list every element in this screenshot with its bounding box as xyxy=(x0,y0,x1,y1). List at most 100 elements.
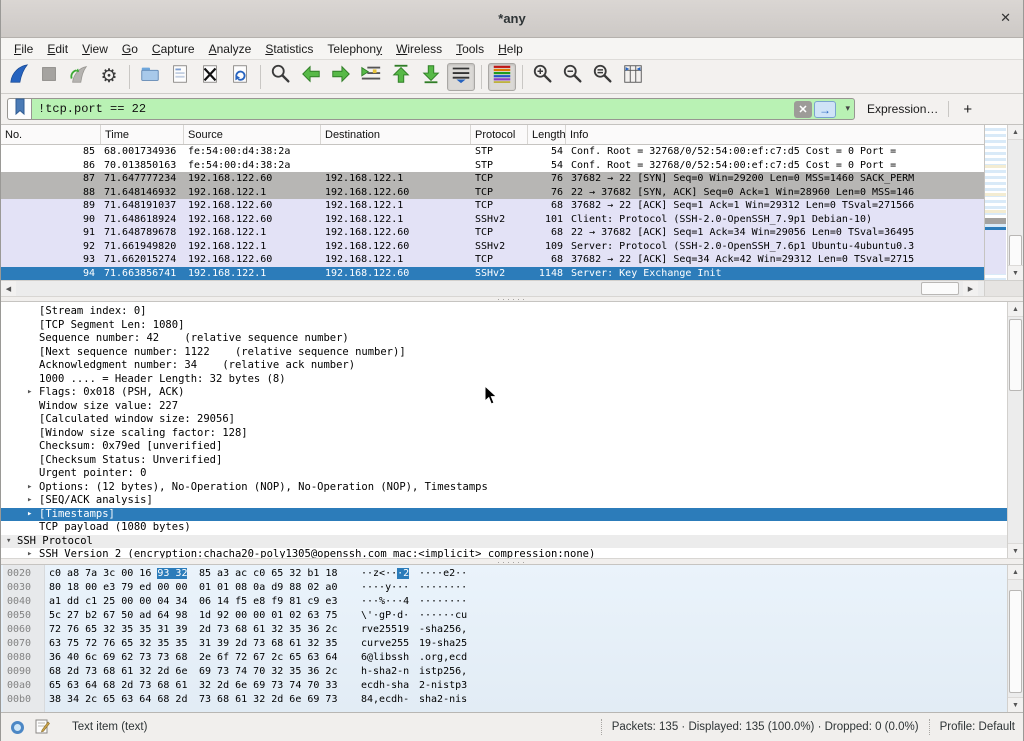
column-header-protocol[interactable]: Protocol xyxy=(471,125,528,144)
hex-row[interactable]: 0040a1 dd c1 25 00 00 04 3406 14 f5 e8 f… xyxy=(1,595,469,609)
capture-comment-icon[interactable] xyxy=(34,718,50,737)
packet-row[interactable]: 9071.648618924192.168.122.60192.168.122.… xyxy=(1,213,986,227)
filter-clear-button[interactable]: ✕ xyxy=(794,101,812,118)
detail-line[interactable]: Checksum: 0x79ed [unverified] xyxy=(1,440,1009,454)
menu-edit[interactable]: Edit xyxy=(40,40,75,58)
expander-icon[interactable]: ▸ xyxy=(27,386,32,400)
detail-line[interactable]: Window size value: 227 xyxy=(1,400,1009,414)
detail-line[interactable]: ▸[Timestamps] xyxy=(1,508,1009,522)
zoom-100-button[interactable] xyxy=(589,63,617,91)
scrollbar-thumb[interactable] xyxy=(1009,590,1022,693)
detail-line[interactable]: ▾SSH Protocol xyxy=(1,535,1009,549)
filter-add-button[interactable]: + xyxy=(959,101,976,118)
details-scrollbar[interactable]: ▲ ▼ xyxy=(1007,302,1023,558)
column-header-source[interactable]: Source xyxy=(184,125,321,144)
capture-options-button[interactable]: ⚙ xyxy=(95,63,123,91)
column-header-destination[interactable]: Destination xyxy=(321,125,471,144)
column-header-length[interactable]: Length xyxy=(528,125,566,144)
hex-row[interactable]: 00b038 34 2c 65 63 64 68 2d73 68 61 32 2… xyxy=(1,693,469,707)
scroll-up-icon[interactable]: ▲ xyxy=(1008,302,1023,317)
hex-row[interactable]: 009068 2d 73 68 61 32 2d 6e69 73 74 70 3… xyxy=(1,665,469,679)
packet-row[interactable]: 8871.648146932192.168.122.1192.168.122.6… xyxy=(1,186,986,200)
go-forward-button[interactable] xyxy=(327,63,355,91)
expert-info-icon[interactable] xyxy=(11,721,24,734)
column-header-time[interactable]: Time xyxy=(101,125,184,144)
expander-icon[interactable]: ▸ xyxy=(27,481,32,495)
auto-scroll-toggle[interactable] xyxy=(447,63,475,91)
hex-row[interactable]: 008036 40 6c 69 62 73 73 682e 6f 72 67 2… xyxy=(1,651,469,665)
reload-file-button[interactable] xyxy=(226,63,254,91)
menu-help[interactable]: Help xyxy=(491,40,530,58)
scroll-down-icon[interactable]: ▼ xyxy=(1008,697,1023,712)
detail-line[interactable]: ▸Options: (12 bytes), No-Operation (NOP)… xyxy=(1,481,1009,495)
filter-bookmark-button[interactable] xyxy=(7,98,31,120)
packet-row[interactable]: 8670.013850163fe:54:00:d4:38:2aSTP54Conf… xyxy=(1,159,986,173)
scrollbar-thumb[interactable] xyxy=(1009,319,1022,391)
open-file-button[interactable] xyxy=(136,63,164,91)
detail-line[interactable]: ▸Flags: 0x018 (PSH, ACK) xyxy=(1,386,1009,400)
go-back-button[interactable] xyxy=(297,63,325,91)
bytes-scrollbar[interactable]: ▲ ▼ xyxy=(1007,565,1023,712)
column-header-info[interactable]: Info xyxy=(566,125,986,144)
expander-icon[interactable]: ▾ xyxy=(6,535,11,549)
menu-analyze[interactable]: Analyze xyxy=(202,40,259,58)
detail-line[interactable]: TCP payload (1080 bytes) xyxy=(1,521,1009,535)
menu-statistics[interactable]: Statistics xyxy=(258,40,320,58)
detail-line[interactable]: [Next sequence number: 1122 (relative se… xyxy=(1,346,1009,360)
expander-icon[interactable]: ▸ xyxy=(27,494,32,508)
expander-icon[interactable]: ▸ xyxy=(27,508,32,522)
resize-columns-button[interactable] xyxy=(619,63,647,91)
hex-row[interactable]: 0020c0 a8 7a 3c 00 16 93 3285 a3 ac c0 6… xyxy=(1,567,469,581)
packet-list-hscrollbar[interactable]: ◀ ▶ xyxy=(1,280,986,296)
scroll-down-icon[interactable]: ▼ xyxy=(1008,265,1023,280)
hex-row[interactable]: 006072 76 65 32 35 35 31 392d 73 68 61 3… xyxy=(1,623,469,637)
detail-line[interactable]: Acknowledgment number: 34 (relative ack … xyxy=(1,359,1009,373)
detail-line[interactable]: [Calculated window size: 29056] xyxy=(1,413,1009,427)
scroll-down-icon[interactable]: ▼ xyxy=(1008,543,1023,558)
scroll-up-icon[interactable]: ▲ xyxy=(1008,565,1023,580)
detail-line[interactable]: [Window size scaling factor: 128] xyxy=(1,427,1009,441)
hex-row[interactable]: 003080 18 00 e3 79 ed 00 0001 01 08 0a d… xyxy=(1,581,469,595)
packet-row[interactable]: 8971.648191037192.168.122.60192.168.122.… xyxy=(1,199,986,213)
detail-line[interactable]: [Checksum Status: Unverified] xyxy=(1,454,1009,468)
packet-list-scrollbar[interactable]: ▲ ▼ xyxy=(1007,125,1023,296)
detail-line[interactable]: 1000 .... = Header Length: 32 bytes (8) xyxy=(1,373,1009,387)
profile-text[interactable]: Profile: Default xyxy=(940,721,1015,733)
find-packet-button[interactable] xyxy=(267,63,295,91)
scrollbar-thumb[interactable] xyxy=(921,282,959,295)
detail-line[interactable]: [Stream index: 0] xyxy=(1,305,1009,319)
close-icon[interactable]: ✕ xyxy=(1000,10,1011,26)
menu-file[interactable]: File xyxy=(7,40,40,58)
splitter-bottom[interactable]: ······ xyxy=(1,558,1023,565)
menu-tools[interactable]: Tools xyxy=(449,40,491,58)
detail-line[interactable]: Urgent pointer: 0 xyxy=(1,467,1009,481)
zoom-in-button[interactable] xyxy=(529,63,557,91)
go-last-button[interactable] xyxy=(417,63,445,91)
packet-row[interactable]: 9271.661949820192.168.122.1192.168.122.6… xyxy=(1,240,986,254)
display-filter-input[interactable] xyxy=(36,100,776,118)
packet-row[interactable]: 8568.001734936fe:54:00:d4:38:2aSTP54Conf… xyxy=(1,145,986,159)
scroll-right-icon[interactable]: ▶ xyxy=(963,281,978,296)
detail-line[interactable]: [TCP Segment Len: 1080] xyxy=(1,319,1009,333)
packet-list-minimap[interactable] xyxy=(984,125,1006,280)
menu-view[interactable]: View xyxy=(75,40,115,58)
detail-line[interactable]: ▸[SEQ/ACK analysis] xyxy=(1,494,1009,508)
menu-telephony[interactable]: Telephony xyxy=(320,40,389,58)
hex-row[interactable]: 00a065 63 64 68 2d 73 68 6132 2d 6e 69 7… xyxy=(1,679,469,693)
packet-row[interactable]: 9171.648789678192.168.122.1192.168.122.6… xyxy=(1,226,986,240)
restart-capture-button[interactable] xyxy=(65,63,93,91)
stop-capture-button[interactable] xyxy=(35,63,63,91)
hex-row[interactable]: 007063 75 72 76 65 32 35 3531 39 2d 73 6… xyxy=(1,637,469,651)
filter-dropdown-icon[interactable]: ▾ xyxy=(845,103,850,114)
menu-capture[interactable]: Capture xyxy=(145,40,202,58)
menu-go[interactable]: Go xyxy=(115,40,145,58)
colorize-toggle[interactable] xyxy=(488,63,516,91)
scroll-up-icon[interactable]: ▲ xyxy=(1008,125,1023,140)
hex-row[interactable]: 00505c 27 b2 67 50 ad 64 981d 92 00 00 0… xyxy=(1,609,469,623)
packet-row[interactable]: 8771.647777234192.168.122.60192.168.122.… xyxy=(1,172,986,186)
start-capture-button[interactable] xyxy=(5,63,33,91)
expander-icon[interactable]: ▸ xyxy=(27,548,32,558)
expression-button[interactable]: Expression… xyxy=(867,102,938,116)
scroll-left-icon[interactable]: ◀ xyxy=(1,281,16,296)
detail-line[interactable]: Sequence number: 42 (relative sequence n… xyxy=(1,332,1009,346)
